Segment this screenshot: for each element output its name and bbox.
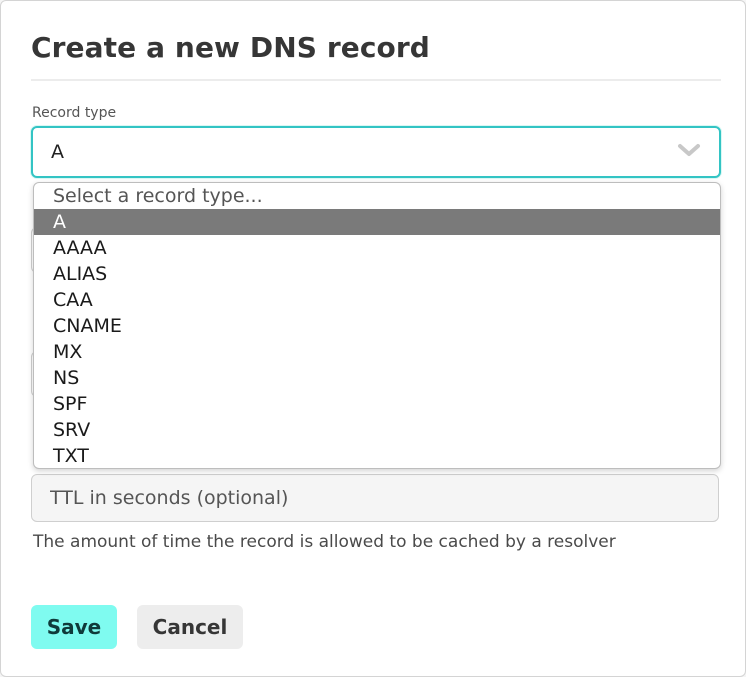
ttl-help-text: The amount of time the record is allowed… xyxy=(33,532,616,552)
title-divider xyxy=(31,79,721,81)
record-type-option[interactable]: TXT xyxy=(34,443,720,468)
record-type-option[interactable]: NS xyxy=(34,365,720,391)
record-type-option[interactable]: SRV xyxy=(34,417,720,443)
dialog-title: Create a new DNS record xyxy=(31,31,430,64)
cancel-button[interactable]: Cancel xyxy=(137,605,243,649)
record-type-option[interactable]: MX xyxy=(34,339,720,365)
save-button[interactable]: Save xyxy=(31,605,117,649)
record-type-option[interactable]: SPF xyxy=(34,391,720,417)
chevron-down-icon xyxy=(678,144,700,156)
record-type-selected-value: A xyxy=(51,141,64,163)
record-type-option[interactable]: CNAME xyxy=(34,313,720,339)
record-type-options-list: Select a record type... A AAAA ALIAS CAA CNAM… xyxy=(33,182,721,469)
record-type-option[interactable]: A xyxy=(34,209,720,235)
create-dns-record-dialog: Create a new DNS record Record type A Se… xyxy=(0,0,746,677)
record-type-option[interactable]: AAAA xyxy=(34,235,720,261)
ttl-input[interactable] xyxy=(31,474,719,522)
record-type-label: Record type xyxy=(32,105,117,121)
record-type-option[interactable]: Select a record type... xyxy=(34,183,720,209)
record-type-option[interactable]: CAA xyxy=(34,287,720,313)
record-type-option[interactable]: ALIAS xyxy=(34,261,720,287)
record-type-select[interactable]: A xyxy=(31,126,721,178)
